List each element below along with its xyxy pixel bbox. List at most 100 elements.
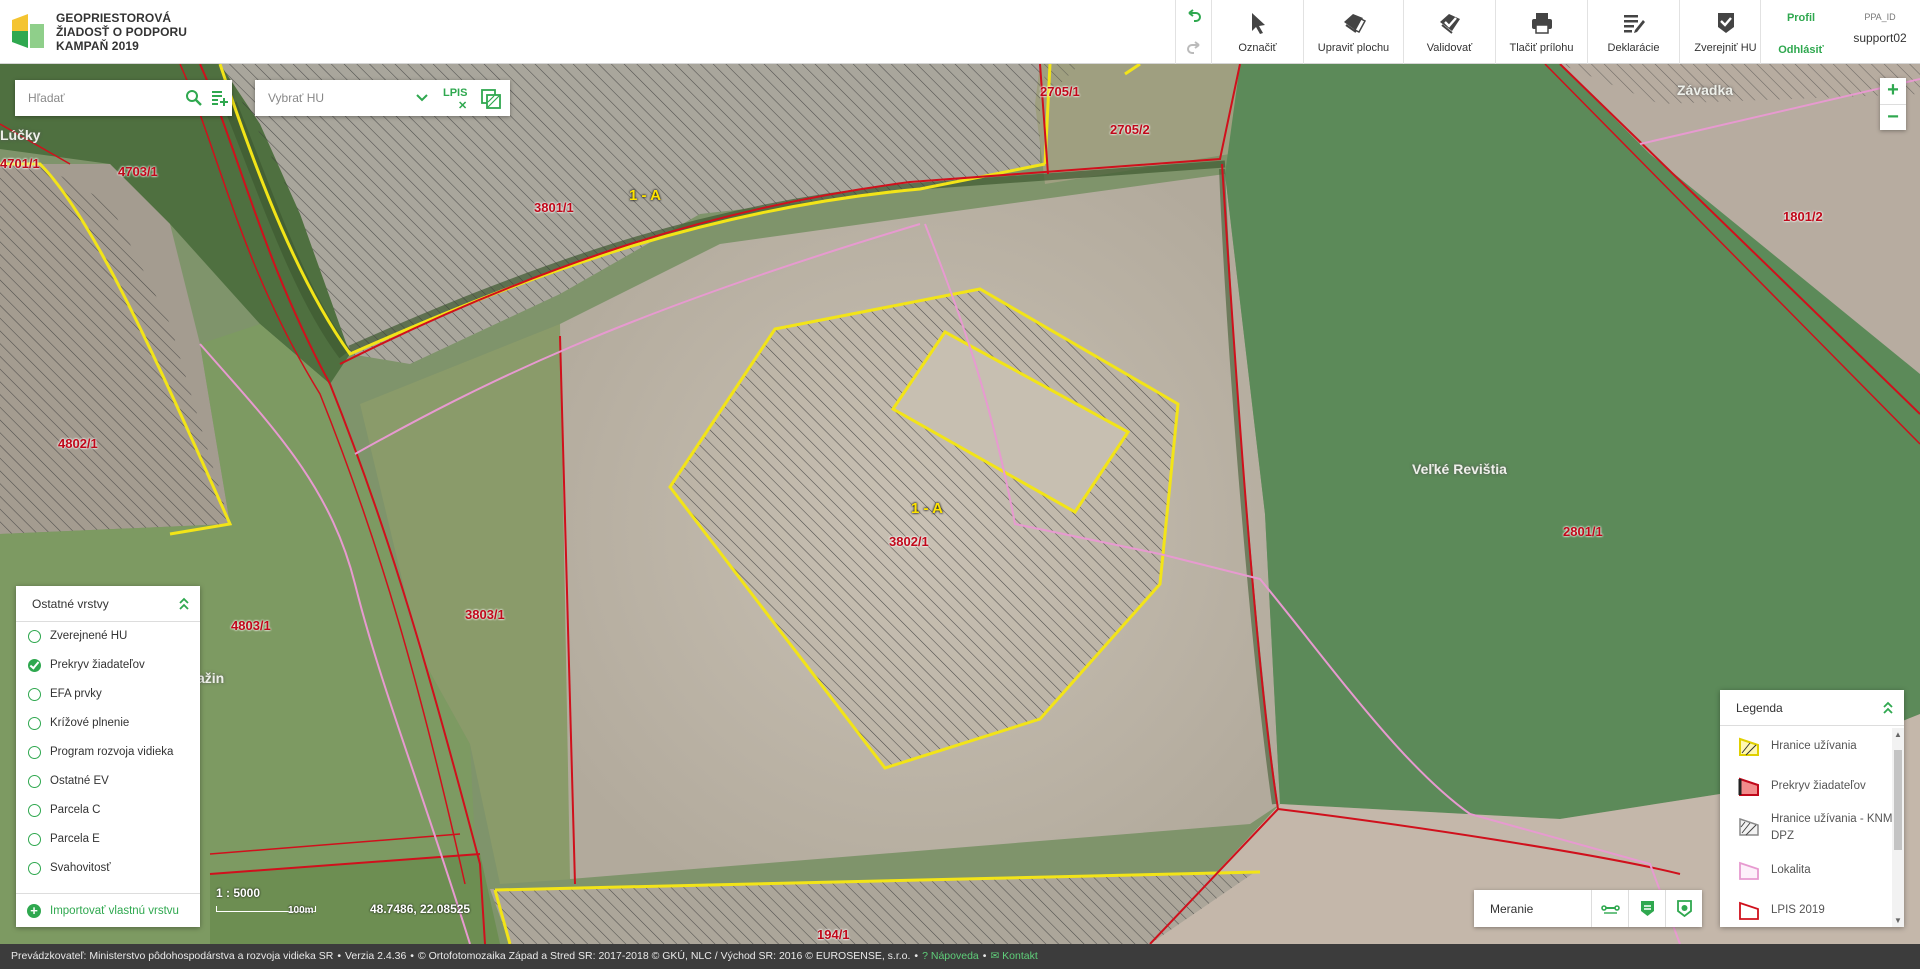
undo-redo-group	[1175, 0, 1211, 64]
brand-line: GEOPRIESTOROVÁ	[56, 11, 172, 25]
legend-label: LPIS 2019	[1771, 903, 1825, 916]
zoom-control: + −	[1880, 78, 1906, 130]
profile-group: Profil Odhlásiť	[1760, 0, 1840, 64]
parcel-label: 3802/1	[889, 534, 929, 549]
layer-checkbox[interactable]	[28, 833, 41, 846]
lpis-toggle[interactable]: LPIS	[443, 87, 467, 99]
help-link[interactable]: Nápoveda	[931, 950, 979, 962]
legend-header[interactable]: Legenda	[1720, 690, 1904, 726]
scroll-up-icon[interactable]: ▲	[1892, 730, 1904, 739]
declarations-button[interactable]: Deklarácie	[1587, 0, 1679, 64]
layer-item-parcel-c[interactable]: Parcela C	[16, 796, 200, 825]
search-list-icon[interactable]	[211, 89, 229, 107]
measure-toolbar: Meranie	[1474, 890, 1702, 927]
zoom-out-button[interactable]: −	[1880, 104, 1906, 130]
edit-area-button[interactable]: Upraviť plochu	[1303, 0, 1403, 64]
layer-item-applicant-overlap[interactable]: Prekryv žiadateľov	[16, 651, 200, 680]
layer-label: Parcela E	[50, 833, 100, 845]
measure-area-button[interactable]	[1628, 890, 1665, 927]
footer-copyright: © Ortofotomozaika Západ a Stred SR: 2017…	[417, 950, 911, 962]
validate-button[interactable]: Validovať	[1403, 0, 1495, 64]
layer-checkbox[interactable]	[28, 775, 41, 788]
help-icon: ?	[922, 950, 928, 962]
scale-bar-label: 100m	[288, 905, 314, 916]
printer-icon	[1531, 13, 1552, 34]
parcel-label: 1801/2	[1783, 209, 1823, 224]
scale-ratio: 1 : 5000	[216, 886, 261, 900]
legend-item: LPIS 2019	[1720, 890, 1904, 927]
layer-label: Program rozvoja vidieka	[50, 746, 174, 758]
brand-title: GEOPRIESTOROVÁ ŽIADOSŤ O PODPORU KAMPAŇ …	[56, 11, 187, 53]
scroll-down-icon[interactable]: ▼	[1892, 916, 1904, 925]
orthophoto-map[interactable]	[0, 64, 1920, 944]
layer-item-slope[interactable]: Svahovitosť	[16, 854, 200, 883]
scrollbar-thumb[interactable]	[1894, 750, 1902, 850]
layer-item-parcel-e[interactable]: Parcela E	[16, 825, 200, 854]
chevron-down-icon[interactable]	[415, 92, 429, 104]
import-layer-button[interactable]: + Importovať vlastnú vrstvu	[16, 893, 200, 927]
contact-link[interactable]: Kontakt	[1002, 950, 1038, 962]
select-tool-button[interactable]: Označiť	[1211, 0, 1303, 64]
usage-boundary-icon	[1739, 737, 1759, 756]
usage-block-label: 1 - A	[629, 187, 661, 204]
layer-label: EFA prvky	[50, 688, 102, 700]
measure-distance-button[interactable]	[1591, 890, 1628, 927]
search-icon[interactable]	[185, 89, 203, 107]
layer-item-other-ev[interactable]: Ostatné EV	[16, 767, 200, 796]
hu-select-value: Vybrať HU	[268, 91, 325, 105]
app-logo-icon	[12, 14, 44, 48]
redo-icon[interactable]	[1186, 40, 1202, 56]
measure-label: Meranie	[1490, 902, 1534, 916]
parcel-label: 2705/2	[1110, 122, 1150, 137]
parcel-label: 194/1	[817, 927, 850, 942]
layer-item-published-hu[interactable]: Zverejnené HU	[16, 622, 200, 651]
layer-checkbox[interactable]	[28, 804, 41, 817]
publish-icon	[1717, 13, 1734, 33]
tool-label: Upraviť plochu	[1317, 42, 1390, 54]
layer-checkbox[interactable]	[28, 862, 41, 875]
app-root: 4703/1 4701/1 3801/1 2705/1 2705/2 1801/…	[0, 0, 1920, 969]
layer-checkbox[interactable]	[28, 688, 41, 701]
publish-hu-button[interactable]: Zverejniť HU	[1679, 0, 1771, 64]
parcel-label: 4803/1	[231, 618, 271, 633]
mail-icon: ✉	[990, 950, 1000, 962]
layer-label: Zverejnené HU	[50, 630, 128, 642]
measure-perimeter-button[interactable]	[1665, 890, 1702, 927]
logout-link[interactable]: Odhlásiť	[1761, 44, 1841, 56]
layer-label: Krížové plnenie	[50, 717, 130, 729]
undo-icon[interactable]	[1186, 8, 1202, 24]
scale-indicator: 1 : 5000 100m 48.7486, 22.08525	[210, 878, 480, 926]
overlay-toggle-icon[interactable]	[481, 89, 501, 109]
layer-checkbox[interactable]	[28, 717, 41, 730]
pointer-icon	[1251, 13, 1265, 34]
search-input[interactable]	[15, 80, 165, 116]
parcel-label: 4701/1	[0, 156, 40, 171]
footer-version: Verzia 2.4.36	[345, 950, 407, 962]
layers-panel-header[interactable]: Ostatné vrstvy	[16, 586, 200, 622]
place-label: Lúčky	[0, 127, 41, 143]
profile-link[interactable]: Profil	[1761, 12, 1841, 24]
measure-perimeter-icon	[1677, 900, 1692, 918]
layer-item-rural-development[interactable]: Program rozvoja vidieka	[16, 738, 200, 767]
hu-select[interactable]: Vybrať HU LPIS ✕	[255, 80, 510, 116]
legend-label: Prekryv žiadateľov	[1771, 779, 1866, 792]
map-view[interactable]: 4703/1 4701/1 3801/1 2705/1 2705/2 1801/…	[0, 64, 1920, 944]
collapse-icon[interactable]	[178, 597, 190, 611]
layer-checkbox[interactable]	[28, 746, 41, 759]
zoom-in-button[interactable]: +	[1880, 78, 1906, 104]
place-label: Závadka	[1677, 82, 1734, 98]
collapse-icon[interactable]	[1882, 701, 1894, 715]
measure-distance-icon	[1601, 905, 1620, 914]
declaration-icon	[1623, 15, 1645, 33]
legend-scrollbar[interactable]: ▲ ▼	[1892, 728, 1904, 927]
layer-checkbox[interactable]	[28, 659, 41, 672]
layer-item-efa[interactable]: EFA prvky	[16, 680, 200, 709]
validate-icon	[1439, 14, 1460, 34]
print-attachment-button[interactable]: Tlačiť prílohu	[1495, 0, 1587, 64]
layer-label: Ostatné EV	[50, 775, 109, 787]
legend-title: Legenda	[1736, 701, 1783, 715]
tool-label: Označiť	[1238, 42, 1277, 54]
lpis-close-icon[interactable]: ✕	[458, 99, 467, 112]
layer-item-cross-compliance[interactable]: Krížové plnenie	[16, 709, 200, 738]
layer-checkbox[interactable]	[28, 630, 41, 643]
